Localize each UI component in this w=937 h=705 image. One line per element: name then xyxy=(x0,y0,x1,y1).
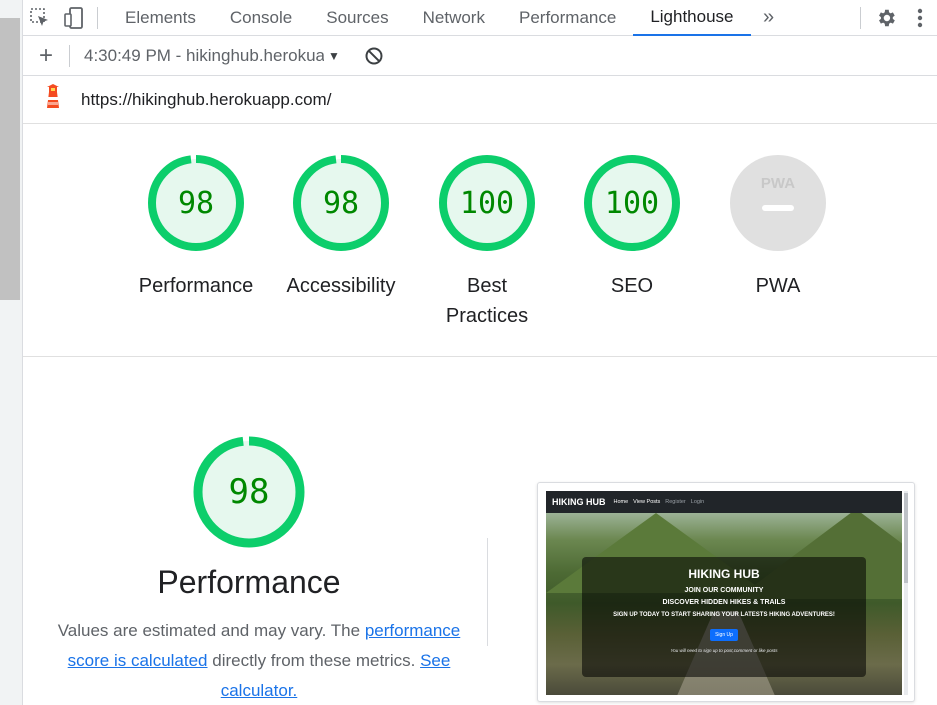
desc-text: Values are estimated and may vary. The xyxy=(57,621,365,640)
devtools-tab-bar: Elements Console Sources Network Perform… xyxy=(23,0,937,36)
gauge-score: 98 xyxy=(322,185,360,221)
site-hero: HIKING HUB JOIN OUR COMMUNITY DISCOVER H… xyxy=(582,557,866,677)
lighthouse-logo-icon xyxy=(43,84,63,115)
performance-title: Performance xyxy=(157,564,341,600)
gauge-label: SEO xyxy=(610,275,654,297)
devtools-panel: Elements Console Sources Network Perform… xyxy=(23,0,937,705)
toolbar-divider xyxy=(69,44,70,67)
gauge-label: Performance xyxy=(138,275,254,297)
lighthouse-toolbar: + 4:30:49 PM - hikinghub.herokuapp.com ▼ xyxy=(23,36,937,76)
hero-line: SIGN UP TODAY TO START SHARING YOUR LATE… xyxy=(613,612,835,618)
gauge-seo[interactable]: 100 SEO xyxy=(562,155,702,301)
gauge-label: PWA xyxy=(755,275,801,297)
site-nav-link: Home xyxy=(613,499,629,505)
clear-reports-icon[interactable] xyxy=(362,44,386,68)
gauge-best-practices[interactable]: 100 Best Practices xyxy=(417,155,557,331)
kebab-menu-icon[interactable] xyxy=(903,0,937,36)
hero-line: DISCOVER HIDDEN HIKES & TRAILS xyxy=(662,599,786,606)
caret-down-icon: ▼ xyxy=(328,48,340,63)
device-toolbar-icon[interactable] xyxy=(57,0,91,36)
report-url-row: https://hikinghub.herokuapp.com/ xyxy=(23,76,937,124)
gauge-pwa[interactable]: PWA PWA xyxy=(708,155,848,301)
tab-lighthouse[interactable]: Lighthouse xyxy=(633,0,751,36)
gauge-label: Accessibility xyxy=(286,275,396,297)
site-nav-link: View Posts xyxy=(633,499,661,505)
site-navbar: HIKING HUB Home View Posts Register Logi… xyxy=(546,491,902,513)
hero-brand: HIKING HUB xyxy=(688,567,760,581)
settings-gear-icon[interactable] xyxy=(869,0,903,36)
toolbar-divider xyxy=(97,6,98,29)
more-tabs-icon[interactable]: » xyxy=(751,0,787,36)
report-url: https://hikinghub.herokuapp.com/ xyxy=(81,89,332,109)
toolbar-right-group xyxy=(860,0,937,36)
gauge-ring: 100 xyxy=(584,155,680,251)
final-screenshot[interactable]: HIKING HUB Home View Posts Register Logi… xyxy=(537,482,915,702)
inspect-element-icon[interactable] xyxy=(23,0,57,36)
score-gauges: 98 Performance 98 Accessibility 100 Best… xyxy=(23,125,937,357)
site-nav-link: Login xyxy=(690,499,705,505)
pwa-badge-text: PWA xyxy=(761,175,795,192)
section-divider xyxy=(487,538,488,646)
page-screenshot: HIKING HUB Home View Posts Register Logi… xyxy=(546,491,902,695)
site-brand: HIKING HUB xyxy=(552,497,606,507)
screenshot-scrollbar xyxy=(904,491,908,695)
performance-section: 98 Performance Values are estimated and … xyxy=(23,358,937,705)
site-nav-link: Register xyxy=(665,499,686,505)
left-scrollbar-thumb[interactable] xyxy=(0,18,20,300)
performance-description: Values are estimated and may vary. The p… xyxy=(37,616,481,705)
gauge-score: 98 xyxy=(177,185,215,221)
report-selector[interactable]: 4:30:49 PM - hikinghub.herokuapp.com ▼ xyxy=(84,46,344,66)
hero-signup-button: Sign Up xyxy=(710,629,738,641)
gauge-score: 100 xyxy=(459,185,515,221)
gauge-accessibility[interactable]: 98 Accessibility xyxy=(271,155,411,301)
left-scroll-gutter[interactable] xyxy=(0,0,23,705)
hero-note: You will need to sign up to post,comment… xyxy=(670,648,778,653)
gauge-score: 100 xyxy=(604,185,660,221)
tab-elements[interactable]: Elements xyxy=(108,0,213,36)
toolbar-divider xyxy=(860,7,861,29)
desc-text: directly from these metrics. xyxy=(207,651,421,670)
gauge-label: Best Practices xyxy=(445,275,529,327)
tab-console[interactable]: Console xyxy=(213,0,309,36)
hero-line: JOIN OUR COMMUNITY xyxy=(684,587,764,594)
tab-performance[interactable]: Performance xyxy=(502,0,633,36)
gauge-ring: 98 xyxy=(148,155,244,251)
performance-score: 98 xyxy=(228,472,270,512)
gauge-ring: 98 xyxy=(293,155,389,251)
new-report-plus-icon[interactable]: + xyxy=(23,36,69,76)
tab-sources[interactable]: Sources xyxy=(309,0,405,36)
report-selector-value: 4:30:49 PM - hikinghub.herokuapp.com xyxy=(84,45,324,65)
performance-big-gauge: 98 xyxy=(193,436,305,548)
tab-network[interactable]: Network xyxy=(406,0,502,36)
gauge-ring: 100 xyxy=(439,155,535,251)
gauge-performance[interactable]: 98 Performance xyxy=(126,155,266,301)
pwa-badge-icon: PWA xyxy=(730,155,826,251)
